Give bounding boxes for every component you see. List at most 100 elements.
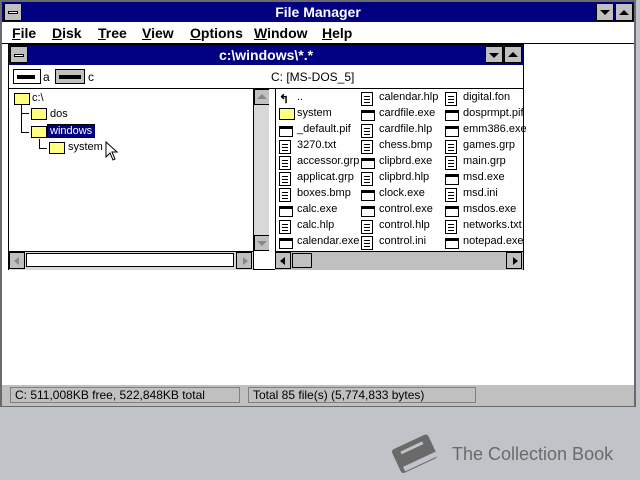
program-icon xyxy=(445,206,459,217)
directory-window-title: c:\windows\*.* xyxy=(218,47,314,63)
menu-tree[interactable]: Tree xyxy=(98,25,127,41)
drive-bar: a c C: [MS-DOS_5] xyxy=(9,66,523,89)
menu-options[interactable]: Options xyxy=(190,25,243,41)
file-item[interactable]: control.hlp xyxy=(379,219,430,231)
file-scroll-left-button[interactable] xyxy=(275,252,291,269)
tree-scroll-track[interactable] xyxy=(26,253,234,267)
file-horizontal-scrollbar[interactable] xyxy=(275,251,523,270)
book-logo-icon xyxy=(391,434,438,473)
file-item[interactable]: boxes.bmp xyxy=(297,187,351,199)
mouse-cursor-icon xyxy=(105,141,119,161)
directory-window-title-bar[interactable]: c:\windows\*.* xyxy=(9,45,523,65)
directory-tree-pane: c:\ dos windows system xyxy=(9,89,254,269)
tree-item-dos[interactable]: dos xyxy=(50,108,68,120)
file-item[interactable]: notepad.exe xyxy=(463,235,524,247)
document-icon xyxy=(279,172,291,186)
app-title: File Manager xyxy=(275,4,361,20)
file-item[interactable]: chess.bmp xyxy=(379,139,432,151)
tree-item-root[interactable]: c:\ xyxy=(32,92,44,104)
document-icon xyxy=(361,172,373,186)
minimize-button[interactable] xyxy=(596,3,614,21)
file-scroll-thumb[interactable] xyxy=(292,253,312,268)
file-item[interactable]: clipbrd.hlp xyxy=(379,171,429,183)
program-icon xyxy=(279,238,293,249)
program-icon xyxy=(445,174,459,185)
file-item[interactable]: msd.ini xyxy=(463,187,498,199)
drive-a-label[interactable]: a xyxy=(43,70,50,84)
tree-horizontal-scrollbar[interactable] xyxy=(9,251,253,270)
file-item[interactable]: control.ini xyxy=(379,235,426,247)
program-icon xyxy=(361,190,375,201)
file-item[interactable]: dosprmpt.pif xyxy=(463,107,524,119)
menu-help[interactable]: Help xyxy=(322,25,352,41)
menu-bar: File Disk Tree View Options Window Help xyxy=(2,23,634,44)
menu-window[interactable]: Window xyxy=(254,25,308,41)
file-item[interactable]: calendar.exe xyxy=(297,235,359,247)
file-count-status: Total 85 file(s) (5,774,833 bytes) xyxy=(248,387,476,403)
tree-vertical-scrollbar[interactable] xyxy=(253,89,270,251)
document-icon xyxy=(361,92,373,106)
drive-a-icon[interactable] xyxy=(13,69,41,84)
document-icon xyxy=(445,156,457,170)
file-list-pane: ↰.. system _default.pif 3270.txt accessor.gr… xyxy=(275,89,527,251)
file-item[interactable]: cardfile.hlp xyxy=(379,123,432,135)
watermark-text: The Collection Book xyxy=(452,444,614,464)
file-item[interactable]: msd.exe xyxy=(463,171,505,183)
file-item[interactable]: networks.txt xyxy=(463,219,522,231)
tree-scroll-up-button[interactable] xyxy=(254,89,270,105)
disk-space-status: C: 511,008KB free, 522,848KB total xyxy=(10,387,240,403)
file-item[interactable]: cardfile.exe xyxy=(379,107,435,119)
tree-scroll-down-button[interactable] xyxy=(254,235,270,251)
file-item[interactable]: calc.hlp xyxy=(297,219,334,231)
tree-item-system[interactable]: system xyxy=(68,141,103,153)
document-icon xyxy=(445,188,457,202)
file-item[interactable]: main.grp xyxy=(463,155,506,167)
dos-folder-icon xyxy=(31,108,47,120)
file-item[interactable]: games.grp xyxy=(463,139,515,151)
tree-scroll-left-button[interactable] xyxy=(9,252,25,269)
file-item[interactable]: calc.exe xyxy=(297,203,337,215)
tree-scroll-right-button[interactable] xyxy=(236,252,252,269)
tree-line xyxy=(21,113,29,114)
file-item[interactable]: 3270.txt xyxy=(297,139,336,151)
status-bar: C: 511,008KB free, 522,848KB total Total… xyxy=(2,384,634,406)
tree-item-windows[interactable]: windows xyxy=(47,124,96,138)
program-icon xyxy=(445,126,459,137)
file-item[interactable]: _default.pif xyxy=(297,123,351,135)
child-minimize-button[interactable] xyxy=(485,46,503,63)
file-item[interactable]: applicat.grp xyxy=(297,171,354,183)
file-item[interactable]: msdos.exe xyxy=(463,203,516,215)
file-item[interactable]: emm386.exe xyxy=(463,123,527,135)
document-icon xyxy=(361,220,373,234)
tree-line xyxy=(39,148,47,149)
program-icon xyxy=(445,238,459,249)
drive-c-label[interactable]: c xyxy=(88,70,94,84)
file-item[interactable]: system xyxy=(297,107,332,119)
parent-directory-icon: ↰ xyxy=(279,92,290,106)
file-item[interactable]: .. xyxy=(297,91,303,103)
program-icon xyxy=(279,126,293,137)
file-item[interactable]: digital.fon xyxy=(463,91,510,103)
menu-view[interactable]: View xyxy=(142,25,174,41)
file-item[interactable]: clipbrd.exe xyxy=(379,155,432,167)
document-icon xyxy=(361,236,373,250)
menu-disk[interactable]: Disk xyxy=(52,25,82,41)
document-icon xyxy=(361,124,373,138)
program-icon xyxy=(361,158,375,169)
app-title-bar[interactable]: File Manager xyxy=(2,2,634,22)
file-item[interactable]: calendar.hlp xyxy=(379,91,438,103)
maximize-button[interactable] xyxy=(615,3,633,21)
document-icon xyxy=(279,220,291,234)
drive-c-icon[interactable] xyxy=(55,69,85,84)
file-manager-window: File Manager File Disk Tree View Options Wind… xyxy=(0,0,636,407)
child-maximize-button[interactable] xyxy=(504,46,522,63)
file-item[interactable]: control.exe xyxy=(379,203,433,215)
directory-window: c:\windows\*.* a c C: [MS-DOS_5] c:\ dos xyxy=(8,44,527,270)
windows-folder-icon xyxy=(31,126,47,138)
file-item[interactable]: clock.exe xyxy=(379,187,425,199)
menu-file[interactable]: File xyxy=(12,25,36,41)
document-icon xyxy=(279,156,291,170)
file-item[interactable]: accessor.grp xyxy=(297,155,359,167)
program-icon xyxy=(361,206,375,217)
file-scroll-right-button[interactable] xyxy=(506,252,522,269)
